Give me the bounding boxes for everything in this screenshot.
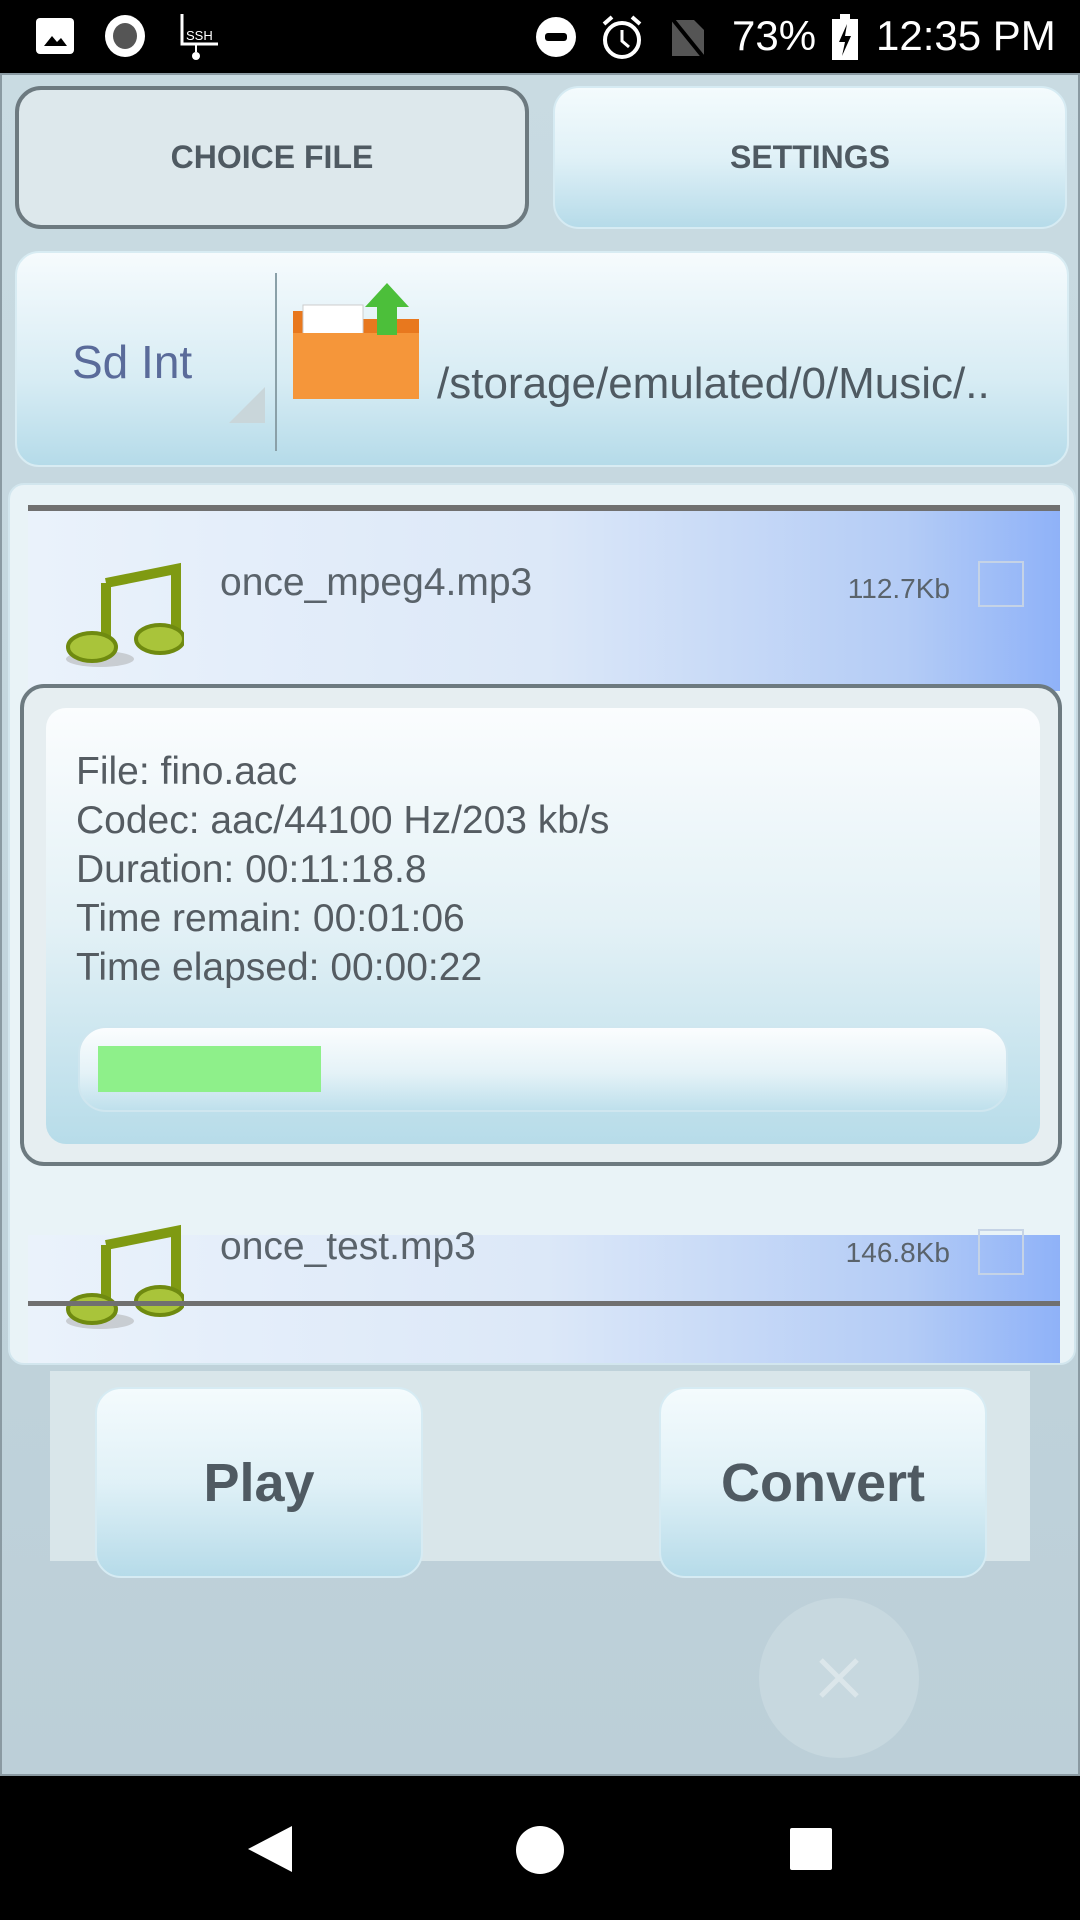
dnd-icon [536, 17, 576, 57]
ssh-icon: SSH [180, 14, 218, 60]
file-size: 112.7Kb [847, 573, 950, 604]
battery-percent: 73% [732, 12, 817, 59]
settings-button[interactable]: SETTINGS [553, 86, 1067, 229]
close-icon [819, 1658, 859, 1698]
convert-button[interactable]: Convert [659, 1387, 987, 1578]
progress-dialog: File: fino.aac Codec: aac/44100 Hz/203 k… [20, 684, 1062, 1166]
location-bar: Sd Int /storage/emulated/0/Music/.. [15, 251, 1069, 467]
divider [275, 273, 277, 451]
navigation-bar [0, 1776, 1080, 1920]
list-divider [28, 1301, 1060, 1306]
cancel-fab[interactable] [759, 1598, 919, 1758]
clock: 12:35 PM [876, 12, 1056, 59]
convert-label: Convert [720, 1452, 926, 1513]
recents-icon[interactable] [790, 1828, 832, 1870]
file-name: once_test.mp3 [220, 1225, 476, 1268]
play-button[interactable]: Play [95, 1387, 423, 1578]
battery-charging-icon [832, 14, 858, 60]
progress-fill [98, 1046, 321, 1092]
play-label: Play [203, 1452, 315, 1513]
svg-text:SSH: SSH [186, 28, 213, 43]
choice-file-label: CHOICE FILE [170, 139, 374, 175]
time-remain: Time remain: 00:01:06 [76, 897, 465, 940]
settings-label: SETTINGS [729, 139, 890, 175]
choice-file-button[interactable]: CHOICE FILE [15, 86, 529, 229]
music-note-icon [66, 562, 184, 667]
file-size: 146.8Kb [845, 1237, 950, 1268]
progress-panel: File: fino.aac Codec: aac/44100 Hz/203 k… [46, 708, 1040, 1144]
progress-bar [78, 1026, 1008, 1112]
file-info: File: fino.aac [76, 750, 298, 793]
file-row[interactable]: once_test.mp3 146.8Kb [28, 1224, 1060, 1363]
storage-spinner[interactable]: Sd Int [17, 253, 277, 465]
app-screen: CHOICE FILE SETTINGS Sd Int /storage/emu… [0, 73, 1080, 1776]
file-name: once_mpeg4.mp3 [220, 561, 533, 604]
file-row[interactable]: once_mpeg4.mp3 112.7Kb [28, 511, 1060, 691]
home-icon[interactable] [516, 1826, 564, 1874]
no-sim-icon [670, 16, 706, 58]
codec-info: Codec: aac/44100 Hz/203 kb/s [76, 799, 610, 842]
folder-up-icon[interactable] [289, 283, 423, 403]
back-icon[interactable] [248, 1826, 292, 1872]
image-icon [36, 18, 74, 54]
status-bar: SSH 73% 12:35 PM [0, 0, 1080, 73]
dropdown-triangle-icon [229, 387, 265, 423]
time-elapsed: Time elapsed: 00:00:22 [76, 946, 483, 989]
file-checkbox[interactable] [978, 561, 1024, 607]
duration-info: Duration: 00:11:18.8 [76, 848, 427, 891]
file-checkbox[interactable] [978, 1229, 1024, 1275]
storage-label: Sd Int [72, 336, 193, 388]
music-note-icon [66, 1224, 184, 1329]
current-path: /storage/emulated/0/Music/.. [437, 359, 990, 408]
record-icon [105, 15, 145, 57]
alarm-icon [602, 15, 642, 59]
